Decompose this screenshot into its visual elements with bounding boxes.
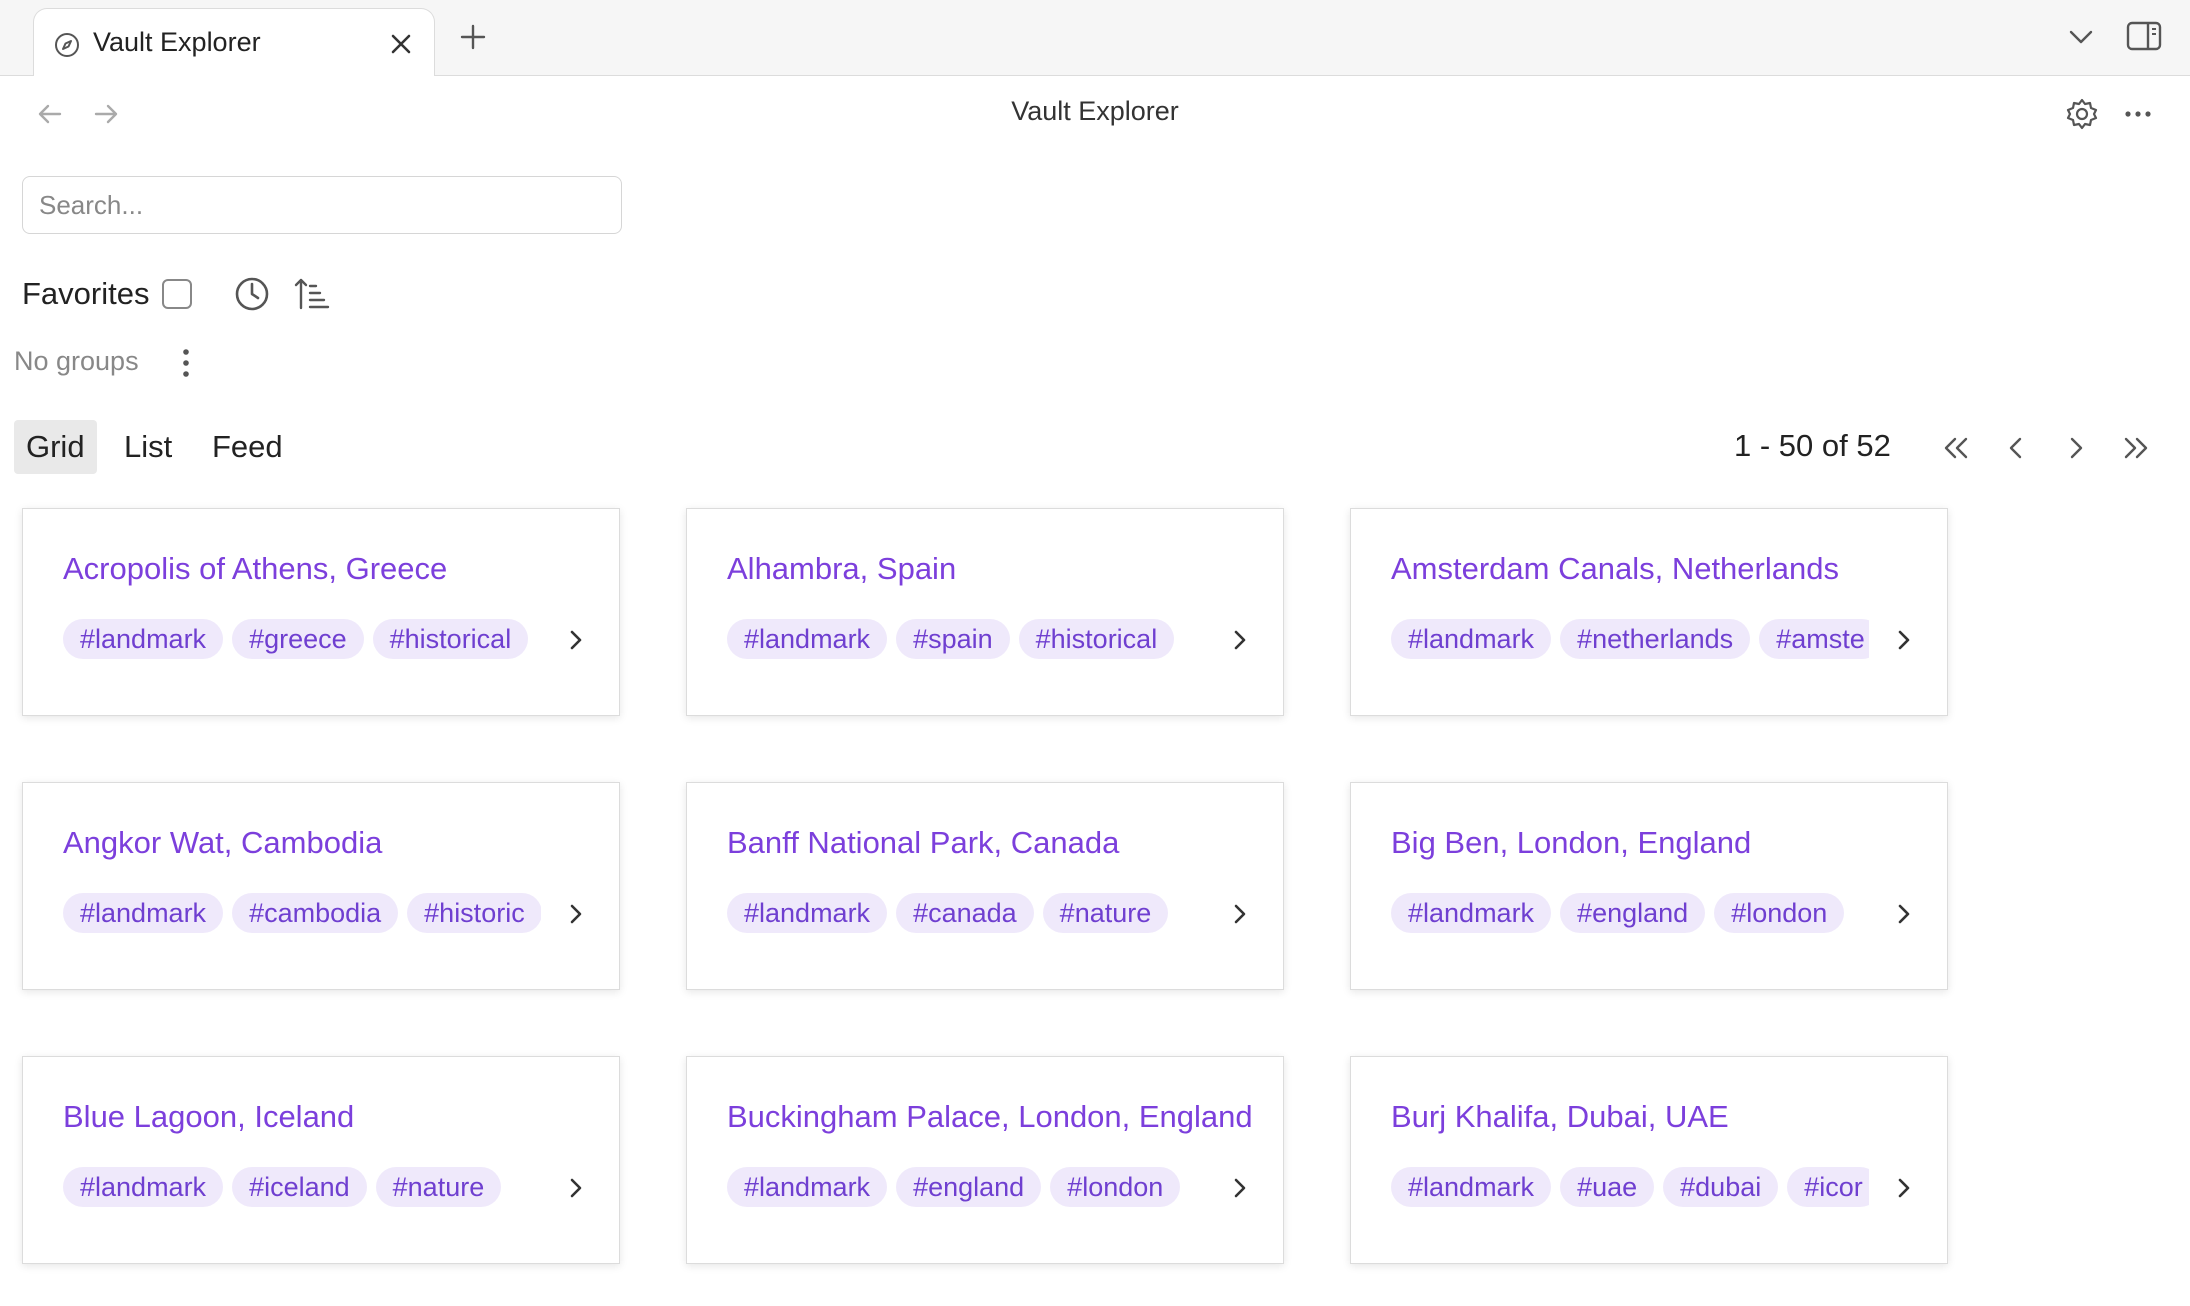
tag-pill[interactable]: #landmark — [1391, 1167, 1552, 1207]
favorites-checkbox[interactable] — [162, 279, 192, 309]
tag-pill[interactable]: #iceland — [232, 1167, 367, 1207]
sort-ascending-icon[interactable] — [292, 274, 332, 314]
card-title-link[interactable]: Acropolis of Athens, Greece — [63, 551, 447, 587]
more-horizontal-icon[interactable] — [2120, 96, 2156, 132]
tag-list: #landmark #netherlands #amste — [1391, 619, 1869, 661]
search-input[interactable] — [22, 176, 622, 234]
tag-list: #landmark #uae #dubai #icor — [1391, 1167, 1869, 1209]
card-title-link[interactable]: Buckingham Palace, London, England — [727, 1099, 1253, 1135]
card-title-link[interactable]: Alhambra, Spain — [727, 551, 956, 587]
note-card[interactable]: Amsterdam Canals, Netherlands #landmark #n… — [1350, 508, 1948, 716]
tag-pill[interactable]: #landmark — [63, 1167, 224, 1207]
card-title-link[interactable]: Burj Khalifa, Dubai, UAE — [1391, 1099, 1729, 1135]
tag-pill[interactable]: #nature — [1042, 893, 1169, 933]
note-card[interactable]: Blue Lagoon, Iceland #landmark #iceland #na… — [22, 1056, 620, 1264]
tag-pill[interactable]: #landmark — [1391, 893, 1552, 933]
chevron-right-icon[interactable] — [1889, 625, 1919, 655]
tag-list: #landmark #spain #historical — [727, 619, 1205, 661]
tag-pill[interactable]: #landmark — [727, 619, 888, 659]
tag-pill[interactable]: #icor — [1787, 1167, 1869, 1207]
tag-pill[interactable]: #historical — [372, 619, 529, 659]
plus-icon[interactable] — [456, 20, 490, 54]
note-card[interactable]: Banff National Park, Canada #landmark #can… — [686, 782, 1284, 990]
tag-list: #landmark #iceland #nature — [63, 1167, 541, 1209]
card-title-link[interactable]: Amsterdam Canals, Netherlands — [1391, 551, 1839, 587]
tag-pill[interactable]: #amste — [1759, 619, 1869, 659]
chevrons-right-icon[interactable] — [2116, 428, 2156, 468]
tag-pill[interactable]: #uae — [1560, 1167, 1655, 1207]
tag-list: #landmark #greece #historical — [63, 619, 541, 661]
tag-list: #landmark #england #london — [727, 1167, 1205, 1209]
card-title-link[interactable]: Blue Lagoon, Iceland — [63, 1099, 354, 1135]
note-card[interactable]: Big Ben, London, England #landmark #englan… — [1350, 782, 1948, 990]
tag-pill[interactable]: #landmark — [63, 619, 224, 659]
view-title: Vault Explorer — [1011, 96, 1179, 126]
tag-list: #landmark #canada #nature — [727, 893, 1205, 935]
note-card[interactable]: Buckingham Palace, London, England #landm… — [686, 1056, 1284, 1264]
no-groups-label: No groups — [14, 346, 139, 376]
tag-pill[interactable]: #dubai — [1663, 1167, 1779, 1207]
more-vertical-icon[interactable] — [168, 344, 204, 382]
tag-pill[interactable]: #nature — [375, 1167, 502, 1207]
tag-pill[interactable]: #netherlands — [1560, 619, 1751, 659]
tag-list: #landmark #england #london — [1391, 893, 1869, 935]
view-feed-tab[interactable]: Feed — [200, 420, 295, 474]
compass-icon — [55, 33, 79, 57]
chevron-down-icon[interactable] — [2064, 22, 2098, 52]
close-icon[interactable] — [386, 29, 416, 59]
view-list-tab[interactable]: List — [112, 420, 184, 474]
tag-pill[interactable]: #landmark — [727, 893, 888, 933]
card-title-link[interactable]: Angkor Wat, Cambodia — [63, 825, 382, 861]
tag-pill[interactable]: #cambodia — [232, 893, 399, 933]
tag-list: #landmark #cambodia #historic — [63, 893, 541, 935]
tag-pill[interactable]: #greece — [232, 619, 364, 659]
chevron-right-icon[interactable] — [1225, 899, 1255, 929]
favorites-label: Favorites — [22, 276, 150, 311]
chevron-right-icon[interactable] — [561, 625, 591, 655]
chevron-right-icon[interactable] — [1889, 899, 1919, 929]
tag-pill[interactable]: #london — [1714, 893, 1845, 933]
chevron-right-icon[interactable] — [2056, 428, 2096, 468]
sidebar-toggle-icon[interactable] — [2125, 18, 2163, 54]
view-grid-tab[interactable]: Grid — [14, 420, 97, 474]
tag-pill[interactable]: #landmark — [1391, 619, 1552, 659]
tag-pill[interactable]: #london — [1050, 1167, 1181, 1207]
tag-pill[interactable]: #canada — [896, 893, 1034, 933]
tab-vault-explorer[interactable]: Vault Explorer — [33, 8, 435, 76]
tag-pill[interactable]: #england — [896, 1167, 1042, 1207]
chevron-left-icon[interactable] — [1996, 428, 2036, 468]
chevron-right-icon[interactable] — [1225, 625, 1255, 655]
chevron-right-icon[interactable] — [561, 1173, 591, 1203]
chevrons-left-icon[interactable] — [1936, 428, 1976, 468]
note-card[interactable]: Alhambra, Spain #landmark #spain #historica… — [686, 508, 1284, 716]
card-title-link[interactable]: Banff National Park, Canada — [727, 825, 1119, 861]
note-card[interactable]: Acropolis of Athens, Greece #landmark #gre… — [22, 508, 620, 716]
tag-pill[interactable]: #historic — [407, 893, 541, 933]
tag-pill[interactable]: #england — [1560, 893, 1706, 933]
tag-pill[interactable]: #spain — [896, 619, 1010, 659]
tag-pill[interactable]: #landmark — [63, 893, 224, 933]
gear-icon[interactable] — [2064, 96, 2100, 132]
chevron-right-icon[interactable] — [1225, 1173, 1255, 1203]
clock-icon[interactable] — [232, 274, 272, 314]
tag-pill[interactable]: #historical — [1018, 619, 1175, 659]
tab-title: Vault Explorer — [93, 27, 261, 57]
tab-bar: Vault Explorer — [0, 0, 2190, 76]
pagination-text: 1 - 50 of 52 — [1734, 428, 1891, 463]
tag-pill[interactable]: #landmark — [727, 1167, 888, 1207]
note-card[interactable]: Burj Khalifa, Dubai, UAE #landmark #uae #du… — [1350, 1056, 1948, 1264]
chevron-right-icon[interactable] — [1889, 1173, 1919, 1203]
chevron-right-icon[interactable] — [561, 899, 591, 929]
card-title-link[interactable]: Big Ben, London, England — [1391, 825, 1751, 861]
note-card[interactable]: Angkor Wat, Cambodia #landmark #cambodia #h… — [22, 782, 620, 990]
